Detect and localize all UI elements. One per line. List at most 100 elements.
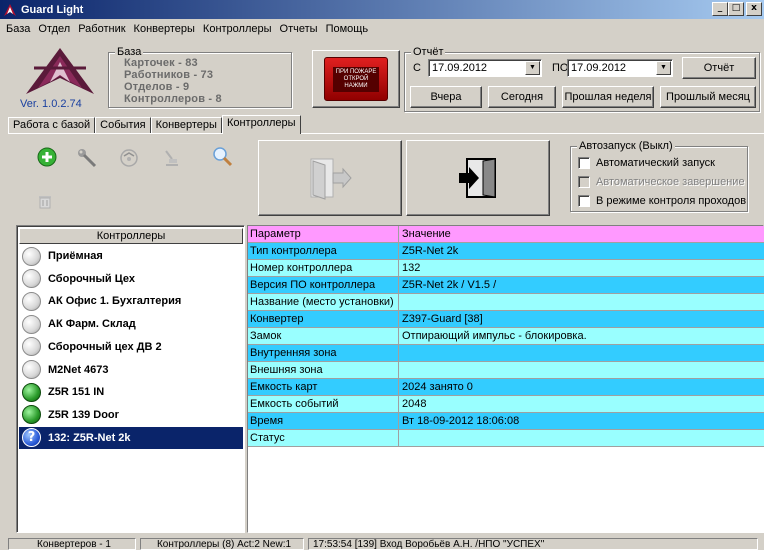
lamp-icon[interactable]	[160, 147, 182, 169]
offline-status-icon	[22, 246, 41, 266]
parameters-grid: Параметр Значение Тип контроллера Z5R-Net…	[247, 225, 764, 533]
controller-list-item[interactable]: Z5R 151 IN	[19, 381, 243, 403]
param-value-cell[interactable]: 2048	[399, 396, 764, 413]
param-name-cell: Версия ПО контроллера	[248, 277, 399, 294]
tab-events[interactable]: События	[95, 117, 151, 134]
title-bar: Guard Light _ □ x	[0, 0, 764, 19]
param-name-cell: Статус	[248, 430, 399, 447]
table-row[interactable]: Номер контроллера 132	[248, 260, 764, 277]
table-row[interactable]: Тип контроллера Z5R-Net 2k	[248, 243, 764, 260]
menu-item-worker[interactable]: Работник	[74, 23, 129, 35]
controller-list-item[interactable]: ? 132: Z5R-Net 2k	[19, 426, 243, 449]
param-value-cell[interactable]: Z5R-Net 2k / V1.5 /	[399, 277, 764, 294]
table-row[interactable]: Версия ПО контроллера Z5R-Net 2k / V1.5 /	[248, 277, 764, 294]
param-value-cell[interactable]	[399, 362, 764, 379]
controller-list-item[interactable]: Z5R 139 Door	[19, 404, 243, 426]
door-enter-button[interactable]	[406, 140, 550, 216]
offline-status-icon	[22, 360, 41, 379]
last-week-button[interactable]: Прошлая неделя	[562, 86, 654, 108]
menu-item-converters[interactable]: Конвертеры	[130, 23, 199, 35]
trash-icon[interactable]	[36, 192, 54, 210]
chevron-down-icon[interactable]: ▼	[525, 61, 540, 75]
table-row[interactable]: Емкость событий 2048	[248, 396, 764, 413]
status-converters: Конвертеров - 1	[8, 538, 136, 550]
table-row[interactable]: Емкость карт 2024 занято 0	[248, 379, 764, 396]
yesterday-button[interactable]: Вчера	[410, 86, 482, 108]
menu-bar: База Отдел Работник Конвертеры Контролле…	[0, 19, 764, 38]
param-name-cell: Конвертер	[248, 311, 399, 328]
grid-header-param[interactable]: Параметр	[248, 226, 399, 243]
minimize-button[interactable]: _	[712, 2, 728, 16]
search-icon[interactable]	[212, 146, 234, 168]
alarm-box-icon: ПРИ ПОЖАРЕ ОТКРОЙ НАЖМИ	[324, 57, 388, 101]
to-date-select[interactable]: 17.09.2012 ▼	[567, 59, 673, 77]
auto-finish-label: Автоматическое завершение	[596, 176, 745, 188]
table-row[interactable]: Конвертер Z397-Guard [38]	[248, 311, 764, 328]
alarm-line-1: ПРИ ПОЖАРЕ	[335, 68, 377, 75]
chevron-down-icon[interactable]: ▼	[656, 61, 671, 75]
controller-list-item[interactable]: АК Фарм. Склад	[19, 313, 243, 335]
version-label: Ver. 1.0.2.74	[20, 98, 82, 110]
fire-alarm-button[interactable]: ПРИ ПОЖАРЕ ОТКРОЙ НАЖМИ	[312, 50, 400, 108]
menu-item-controllers[interactable]: Контроллеры	[199, 23, 276, 35]
param-value-cell[interactable]: Вт 18-09-2012 18:06:08	[399, 413, 764, 430]
controller-list-item[interactable]: АК Офис 1. Бухгалтерия	[19, 290, 243, 312]
close-button[interactable]: x	[746, 2, 762, 16]
param-value-cell[interactable]: Отпирающий импульс - блокировка.	[399, 328, 764, 345]
today-button[interactable]: Сегодня	[488, 86, 556, 108]
param-name-cell: Название (место установки)	[248, 294, 399, 311]
param-name-cell: Внешняя зона	[248, 362, 399, 379]
pass-control-checkbox-row[interactable]: В режиме контроля проходов	[578, 195, 746, 207]
controller-list-item[interactable]: Сборочный цех ДВ 2	[19, 336, 243, 358]
wrench-icon[interactable]	[76, 147, 98, 169]
table-row[interactable]: Внутренняя зона	[248, 345, 764, 362]
offline-status-icon	[22, 337, 41, 357]
menu-item-base[interactable]: База	[2, 23, 34, 35]
door-exit-icon	[310, 158, 352, 200]
app-icon	[3, 3, 17, 17]
auto-start-checkbox-row[interactable]: Автоматический запуск	[578, 157, 715, 169]
grid-header-value[interactable]: Значение	[399, 226, 764, 243]
param-value-cell[interactable]: 2024 занято 0	[399, 379, 764, 396]
sync-icon[interactable]	[118, 147, 140, 169]
table-row[interactable]: Статус	[248, 430, 764, 447]
tab-converters[interactable]: Конвертеры	[150, 117, 222, 134]
tab-divider	[8, 133, 764, 134]
status-bar: Конвертеров - 1 Контроллеры (8) Act:2 Ne…	[0, 536, 764, 550]
param-value-cell[interactable]: Z5R-Net 2k	[399, 243, 764, 260]
online-status-icon	[22, 405, 41, 425]
controller-list-item[interactable]: Приёмная	[19, 245, 243, 267]
table-row[interactable]: Название (место установки)	[248, 294, 764, 311]
menu-item-department[interactable]: Отдел	[34, 23, 74, 35]
table-row[interactable]: Время Вт 18-09-2012 18:06:08	[248, 413, 764, 430]
param-value-cell[interactable]: 132	[399, 260, 764, 277]
offline-status-icon	[22, 269, 41, 289]
param-value-cell[interactable]	[399, 430, 764, 447]
from-date-select[interactable]: 17.09.2012 ▼	[428, 59, 542, 77]
param-value-cell[interactable]	[399, 345, 764, 362]
door-exit-button[interactable]	[258, 140, 402, 216]
departments-count: Отделов - 9	[124, 81, 190, 93]
table-row[interactable]: Замок Отпирающий импульс - блокировка.	[248, 328, 764, 345]
report-button[interactable]: Отчёт	[682, 57, 756, 79]
controllers-list-header[interactable]: Контроллеры	[19, 228, 243, 244]
param-value-cell[interactable]	[399, 294, 764, 311]
table-row[interactable]: Внешняя зона	[248, 362, 764, 379]
tab-controllers[interactable]: Контроллеры	[221, 115, 301, 134]
auto-finish-checkbox	[578, 176, 590, 188]
maximize-button[interactable]: □	[728, 2, 744, 16]
main-tabs: Работа с базой События Конвертеры Контро…	[8, 115, 301, 134]
add-icon[interactable]	[37, 147, 57, 167]
to-date-value: 17.09.2012	[571, 62, 627, 74]
pass-control-checkbox[interactable]	[578, 195, 590, 207]
auto-start-label: Автоматический запуск	[596, 157, 715, 169]
menu-item-reports[interactable]: Отчеты	[276, 23, 322, 35]
param-name-cell: Номер контроллера	[248, 260, 399, 277]
controller-list-item[interactable]: Сборочный Цех	[19, 268, 243, 290]
tab-database[interactable]: Работа с базой	[8, 117, 96, 134]
controller-list-item[interactable]: M2Net 4673	[19, 359, 243, 381]
menu-item-help[interactable]: Помощь	[322, 23, 373, 35]
last-month-button[interactable]: Прошлый месяц	[660, 86, 756, 108]
param-value-cell[interactable]: Z397-Guard [38]	[399, 311, 764, 328]
auto-start-checkbox[interactable]	[578, 157, 590, 169]
